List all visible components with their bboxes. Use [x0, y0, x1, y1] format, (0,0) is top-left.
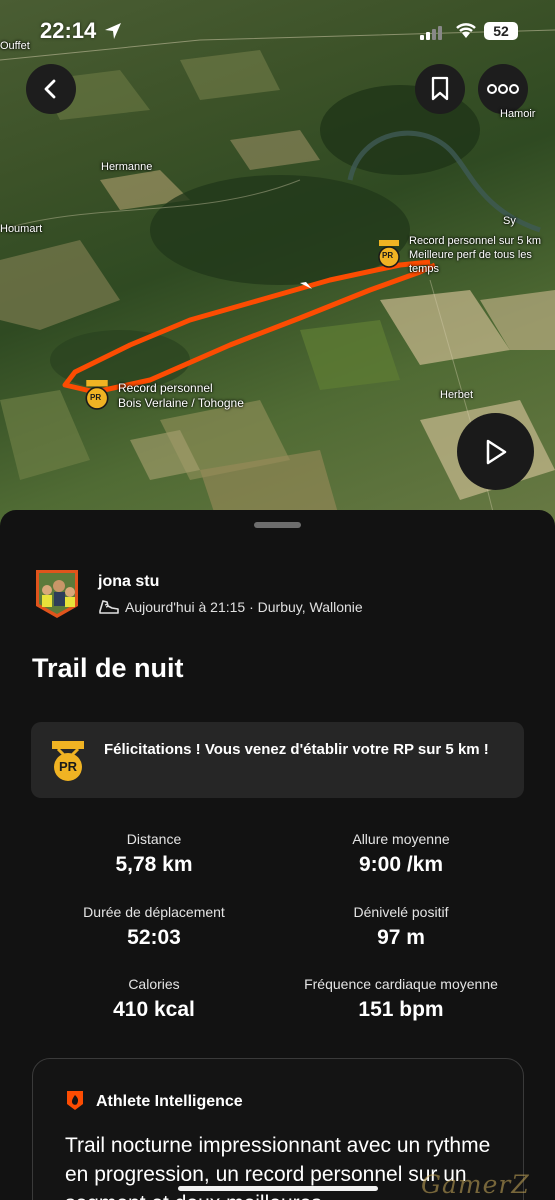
athlete-name[interactable]: jona stu	[98, 573, 159, 591]
route-map[interactable]: 22:14 52 Ouffet Hermanne Houmart Sy Herb…	[0, 0, 555, 540]
stat-distance: Distance 5,78 km	[115, 831, 193, 876]
athlete-intelligence-icon	[67, 1091, 83, 1110]
more-dots-icon	[487, 84, 519, 94]
more-options-button[interactable]	[478, 64, 528, 114]
pr-marker-label: Record personnel sur 5 km Meilleure perf…	[409, 235, 542, 275]
place-label: Ouffet	[0, 40, 30, 52]
activity-sheet: jona stu Aujourd'hui à 21:15 · Durbuy, W…	[0, 510, 555, 1200]
pr-badge-text: PR	[59, 759, 78, 774]
stat-elevation-gain: Dénivelé positif 97 m	[353, 904, 449, 949]
home-indicator[interactable]	[178, 1186, 378, 1191]
location-arrow-icon	[105, 23, 121, 39]
watermark: GamerZ	[421, 1170, 530, 1199]
sheet-grabber[interactable]	[254, 522, 301, 528]
stat-moving-time: Durée de déplacement 52:03	[83, 904, 225, 949]
bookmark-icon	[431, 76, 449, 101]
place-label: Hamoir	[500, 108, 536, 120]
pr-message: Félicitations ! Vous venez d'établir vot…	[104, 741, 489, 758]
stat-heart-rate: Fréquence cardiaque moyenne 151 bpm	[304, 976, 498, 1021]
battery-indicator: 52	[484, 22, 518, 40]
running-shoe-icon	[99, 600, 119, 614]
play-icon	[486, 439, 506, 464]
pr-marker-badge: PR	[382, 251, 394, 260]
bookmark-button[interactable]	[415, 64, 465, 114]
clock: 22:14	[40, 18, 97, 43]
pr-marker-badge: PR	[90, 393, 102, 402]
back-button[interactable]	[26, 64, 76, 114]
pr-marker-label: Record personnel Bois Verlaine / Tohogne	[118, 381, 244, 410]
cellular-signal-icon	[420, 26, 442, 40]
play-flyover-button[interactable]	[457, 413, 534, 490]
place-label: Herbet	[440, 389, 474, 401]
place-label: Sy	[503, 215, 516, 227]
place-label: Houmart	[0, 223, 43, 235]
chevron-left-icon	[44, 79, 56, 99]
activity-date-location: Aujourd'hui à 21:15 · Durbuy, Wallonie	[125, 599, 363, 615]
stat-calories: Calories 410 kcal	[113, 976, 195, 1021]
pr-marker[interactable]: PR	[84, 380, 110, 415]
place-label: Hermanne	[101, 161, 153, 173]
pr-marker[interactable]: PR	[377, 240, 401, 273]
activity-title: Trail de nuit	[32, 653, 184, 683]
wifi-icon	[456, 23, 476, 38]
avatar[interactable]	[33, 568, 81, 620]
athlete-intelligence-title: Athlete Intelligence	[96, 1093, 243, 1110]
stat-pace: Allure moyenne 9:00 /km	[352, 831, 450, 876]
pr-achievement-banner[interactable]: PR Félicitations ! Vous venez d'établir …	[31, 722, 524, 798]
status-bar: 22:14 52	[0, 0, 555, 62]
